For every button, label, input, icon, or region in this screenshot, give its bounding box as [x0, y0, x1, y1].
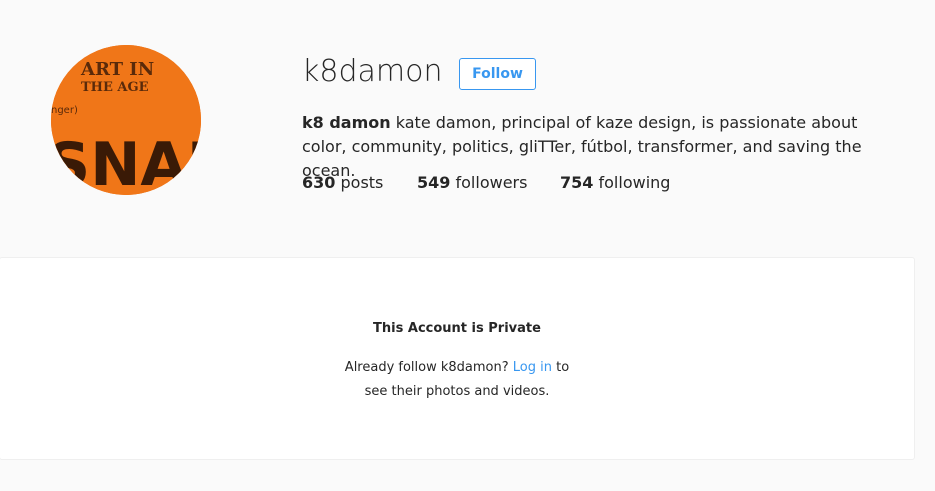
- private-msg-before: Already follow k8damon?: [344, 360, 509, 375]
- private-account-message: Already follow k8damon? Log in to see th…: [0, 356, 914, 404]
- avatar-text-small: nger): [51, 105, 78, 116]
- stat-following[interactable]: 754 following: [560, 172, 670, 194]
- profile-header: ART IN THE AGE nger) SNAP k8damon Follow…: [0, 0, 935, 258]
- profile-username: k8damon: [302, 54, 443, 89]
- private-msg-line2: see their photos and videos.: [364, 384, 550, 399]
- profile-avatar[interactable]: ART IN THE AGE nger) SNAP: [51, 45, 201, 195]
- private-msg-after: to: [556, 360, 570, 375]
- following-count: 754: [560, 173, 594, 192]
- posts-count: 630: [302, 173, 336, 192]
- avatar-text-big: SNAP: [51, 130, 201, 195]
- stat-posts: 630 posts: [302, 172, 383, 194]
- follow-button[interactable]: Follow: [459, 58, 536, 90]
- private-account-card: This Account is Private Already follow k…: [0, 257, 915, 460]
- avatar-text-top: ART IN: [80, 59, 154, 80]
- followers-label: followers: [455, 173, 528, 192]
- profile-full-name: k8 damon: [302, 113, 391, 132]
- avatar-image: ART IN THE AGE nger) SNAP: [51, 45, 201, 195]
- login-link[interactable]: Log in: [513, 360, 552, 375]
- avatar-text-mid: THE AGE: [81, 80, 149, 95]
- private-account-title: This Account is Private: [373, 321, 541, 336]
- following-label: following: [598, 173, 671, 192]
- followers-count: 549: [417, 173, 451, 192]
- stat-followers[interactable]: 549 followers: [417, 172, 527, 194]
- posts-label: posts: [340, 173, 384, 192]
